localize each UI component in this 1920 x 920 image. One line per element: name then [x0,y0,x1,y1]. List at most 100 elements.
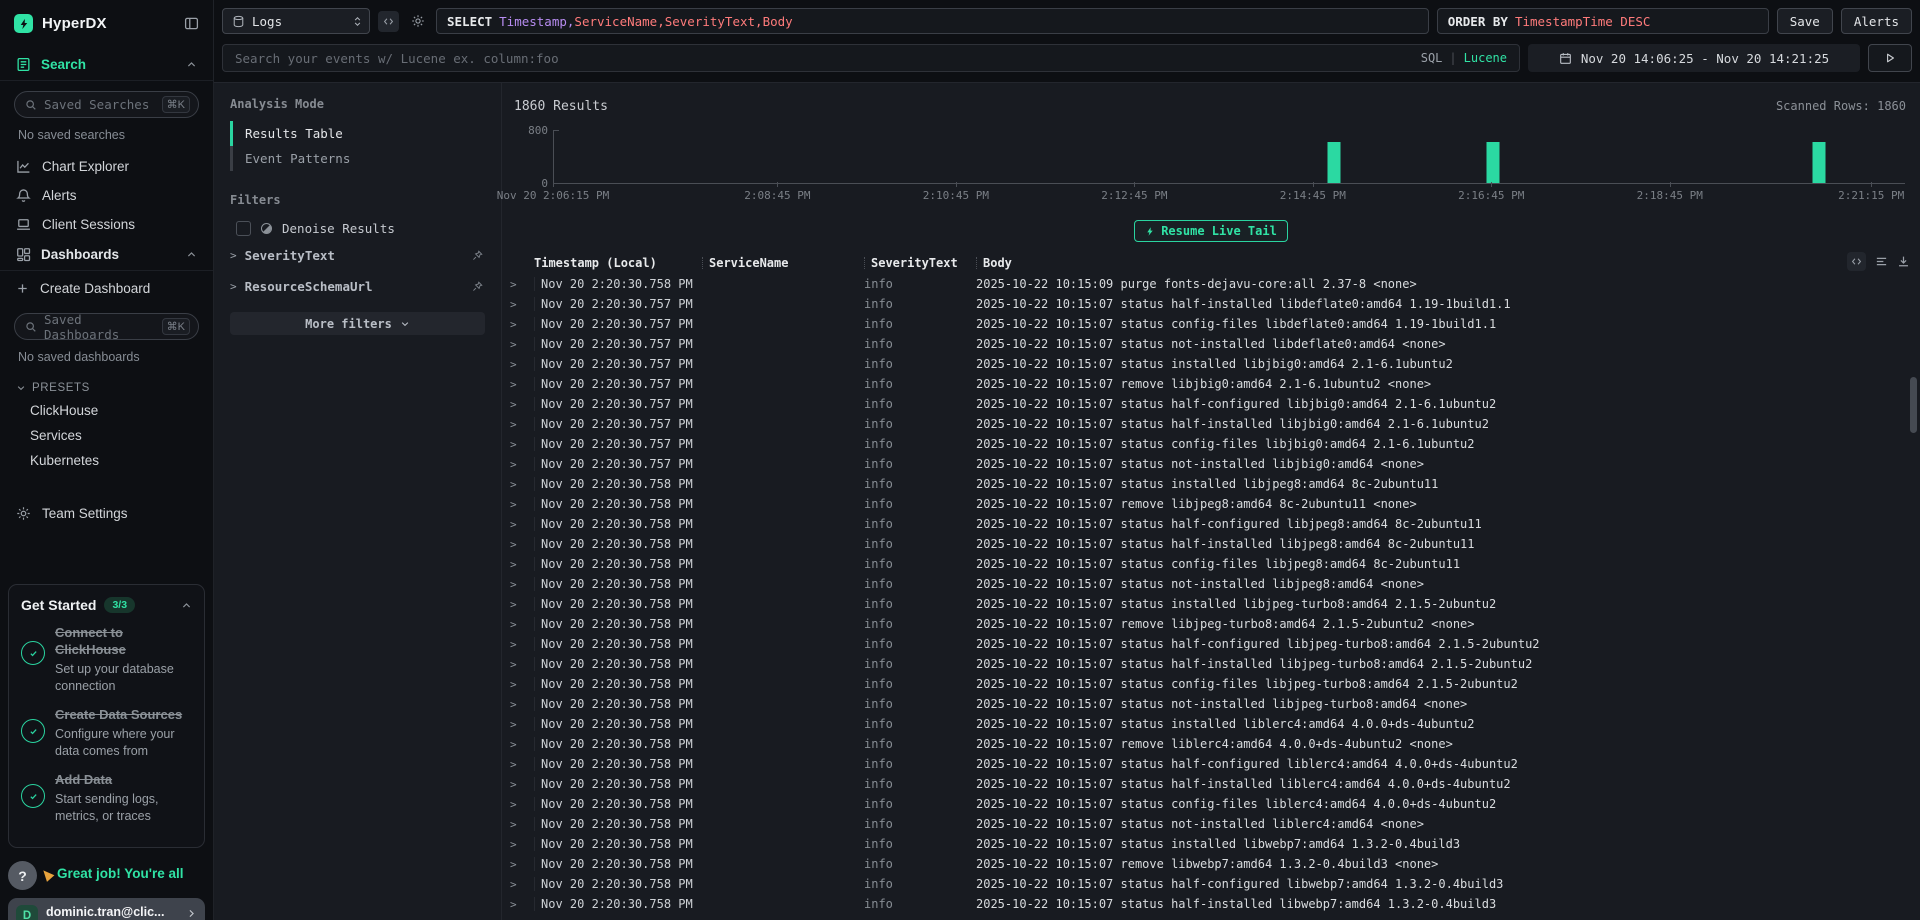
expand-row-icon[interactable]: > [510,678,534,691]
table-row[interactable]: >Nov 20 2:20:30.757 PMinfo2025-10-22 10:… [510,374,1920,394]
preset-services[interactable]: Services [0,423,213,448]
expand-row-icon[interactable]: > [510,438,534,451]
column-header-servicename[interactable]: ServiceName [702,256,864,270]
code-view-button[interactable] [378,11,399,32]
expand-row-icon[interactable]: > [510,418,534,431]
table-row[interactable]: >Nov 20 2:20:30.758 PMinfo2025-10-22 10:… [510,874,1920,894]
resume-live-tail-button[interactable]: Resume Live Tail [1134,220,1288,242]
column-header-severitytext[interactable]: SeverityText [864,256,976,270]
chevron-up-icon[interactable] [186,59,197,70]
checkbox[interactable] [236,221,251,236]
pin-icon[interactable] [472,281,483,292]
user-menu[interactable]: D dominic.tran@clic... dominic.tran@clic… [8,898,205,920]
run-query-button[interactable] [1868,44,1912,72]
table-row[interactable]: >Nov 20 2:20:30.758 PMinfo2025-10-22 10:… [510,654,1920,674]
expand-row-icon[interactable]: > [510,518,534,531]
event-search-input[interactable]: Search your events w/ Lucene ex. column:… [222,44,1520,72]
expand-row-icon[interactable]: > [510,738,534,751]
table-row[interactable]: >Nov 20 2:20:30.757 PMinfo2025-10-22 10:… [510,294,1920,314]
language-toggle-lucene[interactable]: Lucene [1464,51,1507,65]
table-row[interactable]: >Nov 20 2:20:30.757 PMinfo2025-10-22 10:… [510,354,1920,374]
saved-dashboards-input[interactable]: Saved Dashboards ⌘K [14,313,199,340]
expand-row-icon[interactable]: > [510,398,534,411]
table-row[interactable]: >Nov 20 2:20:30.758 PMinfo2025-10-22 10:… [510,634,1920,654]
table-row[interactable]: >Nov 20 2:20:30.757 PMinfo2025-10-22 10:… [510,314,1920,334]
table-row[interactable]: >Nov 20 2:20:30.758 PMinfo2025-10-22 10:… [510,774,1920,794]
chevron-up-icon[interactable] [181,600,192,611]
table-row[interactable]: >Nov 20 2:20:30.758 PMinfo2025-10-22 10:… [510,714,1920,734]
expand-row-icon[interactable]: > [510,858,534,871]
table-row[interactable]: >Nov 20 2:20:30.758 PMinfo2025-10-22 10:… [510,554,1920,574]
expand-row-icon[interactable]: > [510,758,534,771]
table-row[interactable]: >Nov 20 2:20:30.757 PMinfo2025-10-22 10:… [510,434,1920,454]
sidebar-item-dashboards[interactable]: Dashboards [0,239,213,271]
column-header-timestamp[interactable]: Timestamp (Local) [534,256,702,270]
table-row[interactable]: >Nov 20 2:20:30.758 PMinfo2025-10-22 10:… [510,814,1920,834]
table-row[interactable]: >Nov 20 2:20:30.758 PMinfo2025-10-22 10:… [510,574,1920,594]
collapse-sidebar-icon[interactable] [184,16,199,31]
column-header-body[interactable]: Body [976,256,1920,270]
table-row[interactable]: >Nov 20 2:20:30.758 PMinfo2025-10-22 10:… [510,274,1920,294]
expand-row-icon[interactable]: > [510,838,534,851]
table-row[interactable]: >Nov 20 2:20:30.758 PMinfo2025-10-22 10:… [510,694,1920,714]
expand-row-icon[interactable]: > [510,898,534,911]
expand-row-icon[interactable]: > [510,378,534,391]
table-row[interactable]: >Nov 20 2:20:30.757 PMinfo2025-10-22 10:… [510,414,1920,434]
expand-row-icon[interactable]: > [510,798,534,811]
table-row[interactable]: >Nov 20 2:20:30.758 PMinfo2025-10-22 10:… [510,734,1920,754]
get-started-step[interactable]: Add DataStart sending logs, metrics, or … [21,772,192,824]
get-started-step[interactable]: Connect to ClickHouseSet up your databas… [21,625,192,694]
query-settings-gear-icon[interactable] [407,11,428,32]
scrollbar-thumb[interactable] [1910,377,1917,433]
table-row[interactable]: >Nov 20 2:20:30.758 PMinfo2025-10-22 10:… [510,674,1920,694]
expand-row-icon[interactable]: > [510,658,534,671]
expand-row-icon[interactable]: > [510,538,534,551]
table-row[interactable]: >Nov 20 2:20:30.758 PMinfo2025-10-22 10:… [510,474,1920,494]
chart-bar[interactable] [1486,142,1499,183]
download-button[interactable] [1897,255,1910,268]
sidebar-item-alerts[interactable]: Alerts [0,181,213,210]
table-row[interactable]: >Nov 20 2:20:30.757 PMinfo2025-10-22 10:… [510,394,1920,414]
get-started-header[interactable]: Get Started 3/3 [21,597,192,613]
table-row[interactable]: >Nov 20 2:20:30.758 PMinfo2025-10-22 10:… [510,494,1920,514]
expand-row-icon[interactable]: > [510,358,534,371]
expand-row-icon[interactable]: > [510,718,534,731]
expand-row-icon[interactable]: > [510,818,534,831]
source-select[interactable]: Logs [222,8,370,34]
column-config-button[interactable] [1847,252,1866,271]
saved-searches-input[interactable]: Saved Searches ⌘K [14,91,199,118]
create-dashboard-button[interactable]: Create Dashboard [0,271,213,303]
expand-row-icon[interactable]: > [510,578,534,591]
expand-row-icon[interactable]: > [510,878,534,891]
expand-row-icon[interactable]: > [510,338,534,351]
expand-row-icon[interactable]: > [510,498,534,511]
expand-row-icon[interactable]: > [510,598,534,611]
get-started-step[interactable]: Create Data SourcesConfigure where your … [21,707,192,759]
preset-kubernetes[interactable]: Kubernetes [0,448,213,473]
sidebar-item-team-settings[interactable]: Team Settings [0,499,213,528]
expand-row-icon[interactable]: > [510,458,534,471]
language-toggle-sql[interactable]: SQL [1421,51,1443,65]
table-row[interactable]: >Nov 20 2:20:30.758 PMinfo2025-10-22 10:… [510,854,1920,874]
sidebar-item-chart-explorer[interactable]: Chart Explorer [0,152,213,181]
table-row[interactable]: >Nov 20 2:20:30.758 PMinfo2025-10-22 10:… [510,534,1920,554]
expand-row-icon[interactable]: > [510,698,534,711]
analysis-mode-event-patterns[interactable]: Event Patterns [230,146,493,171]
expand-row-icon[interactable]: > [510,638,534,651]
denoise-results-checkbox[interactable]: Denoise Results [222,217,493,240]
presets-toggle[interactable]: PRESETS [0,374,213,398]
expand-row-icon[interactable]: > [510,318,534,331]
sidebar-item-search[interactable]: Search [0,49,213,81]
help-button[interactable]: ? [8,861,37,890]
sidebar-item-client-sessions[interactable]: Client Sessions [0,210,213,239]
table-row[interactable]: >Nov 20 2:20:30.758 PMinfo2025-10-22 10:… [510,754,1920,774]
order-by-input[interactable]: ORDER BY TimestampTime DESC [1437,8,1769,34]
row-density-button[interactable] [1875,255,1888,268]
expand-row-icon[interactable]: > [510,478,534,491]
chart-bar[interactable] [1812,142,1825,183]
expand-row-icon[interactable]: > [510,558,534,571]
expand-row-icon[interactable]: > [510,618,534,631]
save-button[interactable]: Save [1777,8,1833,34]
more-filters-button[interactable]: More filters [230,312,485,335]
analysis-mode-results-table[interactable]: Results Table [230,121,493,146]
